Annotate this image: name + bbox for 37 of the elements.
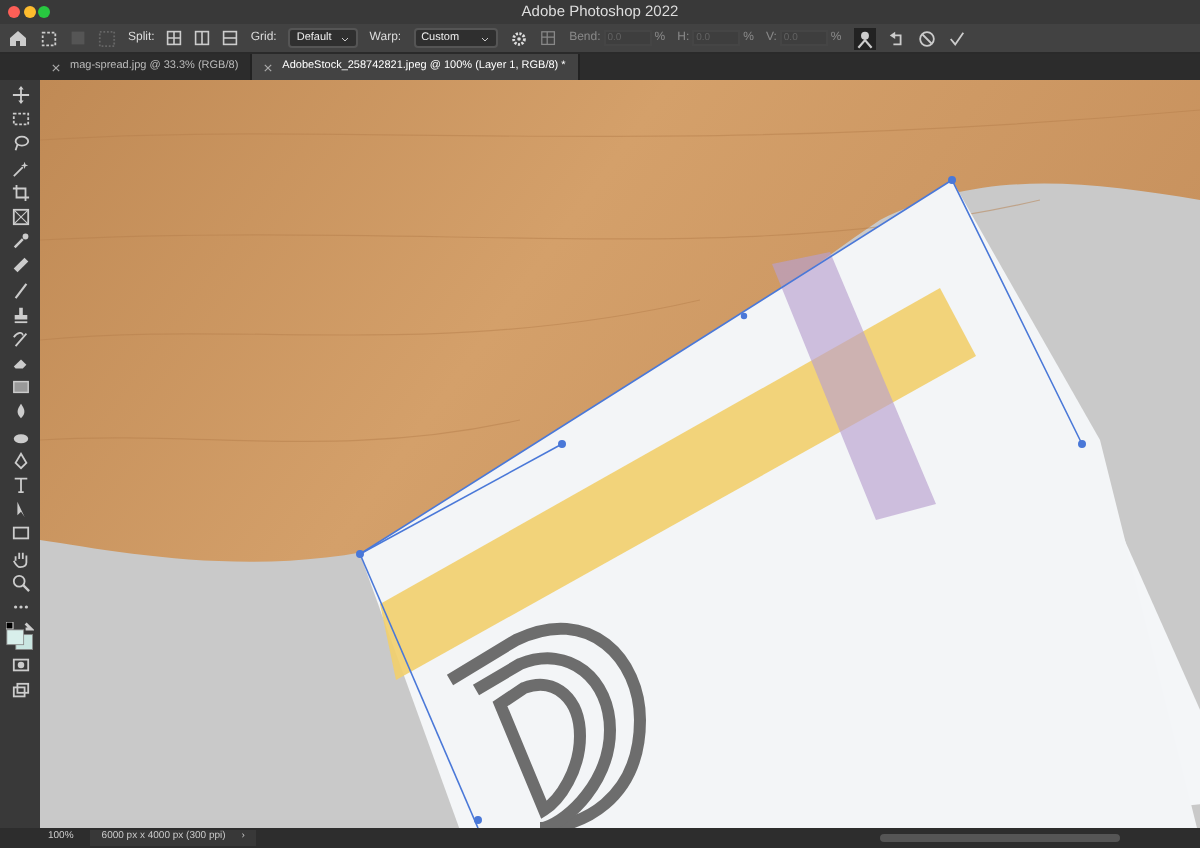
frame-icon[interactable] [11,207,29,226]
eraser-icon[interactable] [11,354,29,373]
screen-mode-icon[interactable] [11,681,29,699]
crop-icon[interactable] [11,183,29,202]
pen-icon[interactable] [11,451,29,470]
checkmark-icon[interactable] [947,29,966,47]
split-vertical-icon[interactable] [194,30,211,46]
split-horizontal-icon[interactable] [222,30,239,46]
eyedropper-icon[interactable] [11,232,29,251]
hand-icon[interactable] [11,549,29,568]
undo-icon[interactable] [887,29,906,47]
magic-wand-icon[interactable] [11,159,29,178]
close-button[interactable] [8,6,20,18]
lasso-icon[interactable] [11,134,29,153]
gear-icon[interactable] [509,29,528,47]
move-icon[interactable] [11,86,29,104]
mesh-icon[interactable] [539,29,558,47]
cancel-icon[interactable] [917,29,936,47]
brush-icon[interactable] [11,281,29,299]
zoom-icon[interactable] [11,573,29,592]
close-icon[interactable] [52,63,60,71]
quick-mask-icon[interactable] [11,656,29,675]
marquee-icon[interactable] [11,110,29,129]
history-brush-icon[interactable] [11,329,29,348]
transform-icon[interactable] [40,29,58,47]
split-grid-icon[interactable] [166,30,183,46]
color-swatches-icon[interactable] [6,622,34,651]
zoom-button[interactable] [38,6,50,18]
close-icon[interactable] [264,63,273,71]
type-icon[interactable] [11,476,29,494]
gradient-icon[interactable] [11,378,29,397]
arrow-icon[interactable] [11,500,29,519]
rectangle-icon[interactable] [11,524,29,543]
stamp-icon[interactable] [11,305,29,324]
home-icon[interactable] [8,28,28,48]
scroll-bar[interactable] [880,834,1120,842]
minimize-button[interactable] [23,6,35,18]
